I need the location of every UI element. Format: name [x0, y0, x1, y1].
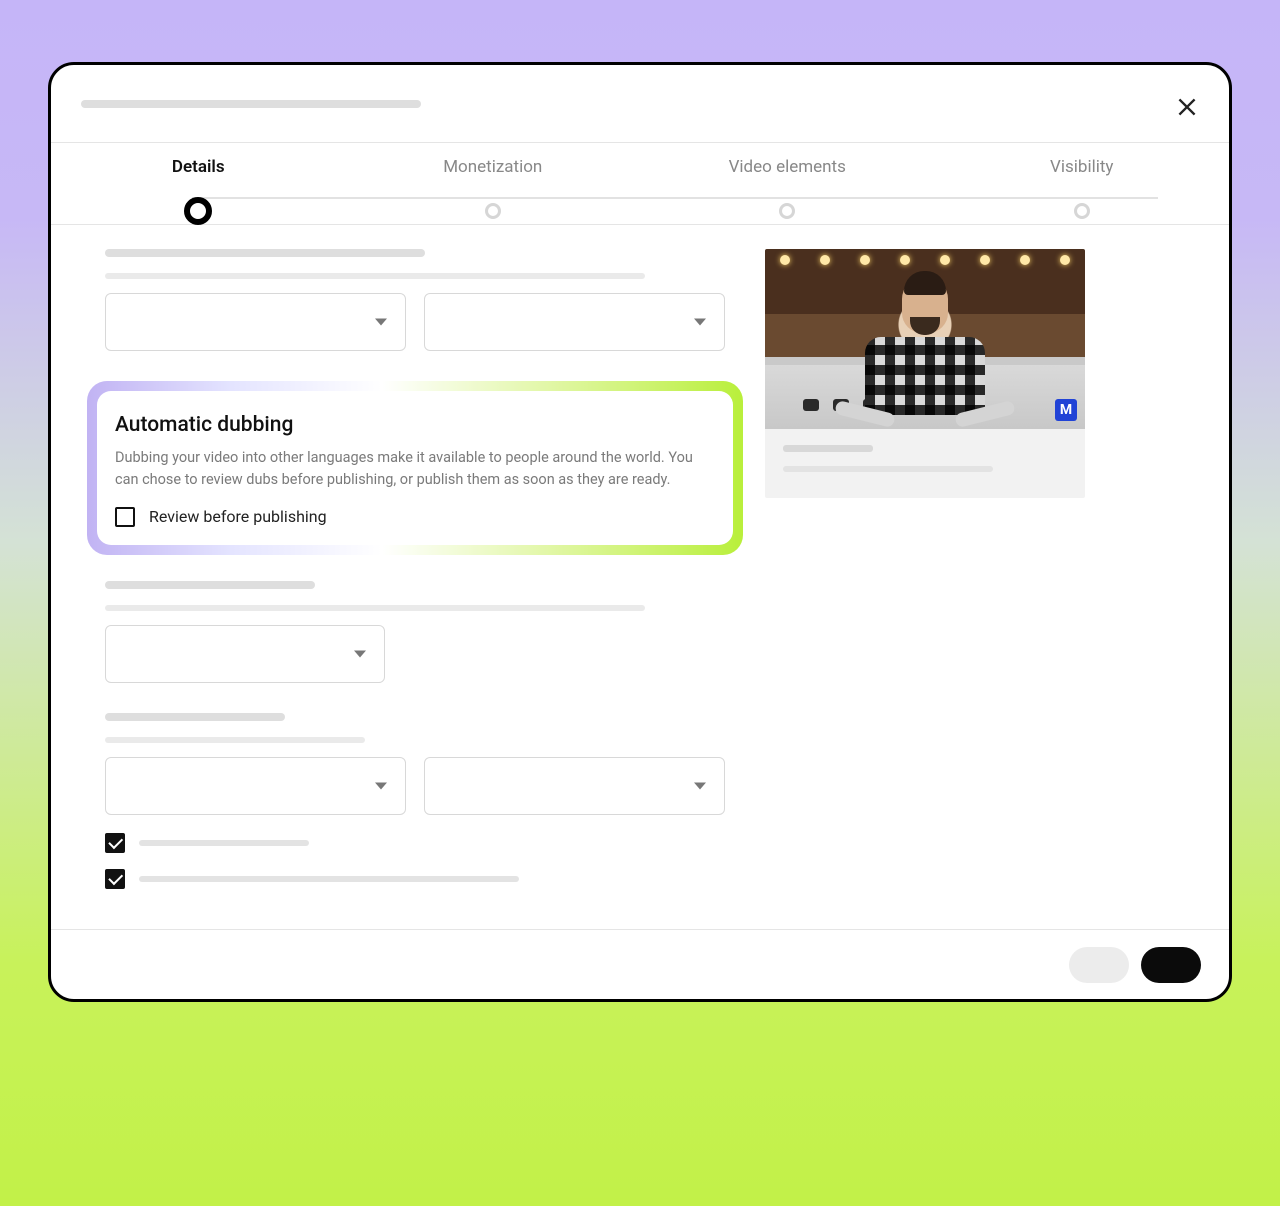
option-checkbox-row[interactable] [105, 833, 725, 853]
dropdown-field[interactable] [424, 293, 725, 351]
dropdown-field[interactable] [105, 757, 406, 815]
stepper-track [192, 197, 1158, 199]
preview-meta-placeholder [783, 445, 873, 452]
chevron-down-icon [354, 650, 366, 657]
dubbing-description: Dubbing your video into other languages … [115, 447, 715, 491]
section-subtitle-placeholder [105, 605, 645, 611]
section-title-placeholder [105, 713, 285, 721]
automatic-dubbing-highlight: Automatic dubbing Dubbing your video int… [87, 381, 743, 555]
modal-body: Automatic dubbing Dubbing your video int… [51, 225, 1229, 929]
thumbnail-badge: M [1055, 399, 1077, 421]
option-checkbox[interactable] [105, 833, 125, 853]
step-node [184, 197, 212, 225]
step-details[interactable]: Details [51, 157, 346, 177]
section-title-placeholder [105, 249, 425, 257]
step-node [485, 203, 501, 219]
thumbnail-person [855, 277, 995, 427]
step-video-elements[interactable]: Video elements [640, 157, 935, 177]
automatic-dubbing-card: Automatic dubbing Dubbing your video int… [97, 391, 733, 545]
dropdown-field[interactable] [105, 293, 406, 351]
close-button[interactable] [1169, 89, 1205, 125]
section-subtitle-placeholder [105, 737, 365, 743]
dropdown-field[interactable] [424, 757, 725, 815]
modal-header [51, 65, 1229, 143]
step-label: Visibility [1050, 157, 1113, 177]
step-monetization[interactable]: Monetization [346, 157, 641, 177]
section-placeholder-3 [105, 713, 725, 889]
section-placeholder-1 [105, 249, 725, 351]
preview-meta-placeholder [783, 466, 993, 472]
step-visibility[interactable]: Visibility [935, 157, 1230, 177]
option-checkbox-row[interactable] [105, 869, 725, 889]
review-before-publishing-row[interactable]: Review before publishing [115, 507, 715, 527]
dubbing-title: Automatic dubbing [115, 413, 715, 437]
stepper: Details Monetization Video elements Visi… [51, 143, 1229, 225]
upload-modal: Details Monetization Video elements Visi… [48, 62, 1232, 1002]
step-node [779, 203, 795, 219]
section-subtitle-placeholder [105, 273, 645, 279]
section-placeholder-2 [105, 581, 725, 683]
modal-footer [51, 929, 1229, 999]
chevron-down-icon [694, 319, 706, 326]
preview-column: M [765, 249, 1085, 929]
chevron-down-icon [694, 782, 706, 789]
review-before-publishing-label: Review before publishing [149, 507, 327, 526]
option-label-placeholder [139, 840, 309, 846]
review-before-publishing-checkbox[interactable] [115, 507, 135, 527]
section-title-placeholder [105, 581, 315, 589]
video-thumbnail[interactable]: M [765, 249, 1085, 429]
step-label: Monetization [443, 157, 542, 177]
chevron-down-icon [375, 319, 387, 326]
step-label: Details [172, 157, 225, 177]
form-left-column: Automatic dubbing Dubbing your video int… [105, 249, 725, 929]
option-checkbox[interactable] [105, 869, 125, 889]
dropdown-field[interactable] [105, 625, 385, 683]
modal-title-placeholder [81, 100, 421, 108]
close-icon [1174, 94, 1200, 120]
next-button[interactable] [1141, 947, 1201, 983]
option-label-placeholder [139, 876, 519, 882]
preview-meta [765, 429, 1085, 498]
back-button[interactable] [1069, 947, 1129, 983]
chevron-down-icon [375, 782, 387, 789]
step-node [1074, 203, 1090, 219]
step-label: Video elements [729, 157, 846, 177]
video-preview-card: M [765, 249, 1085, 498]
